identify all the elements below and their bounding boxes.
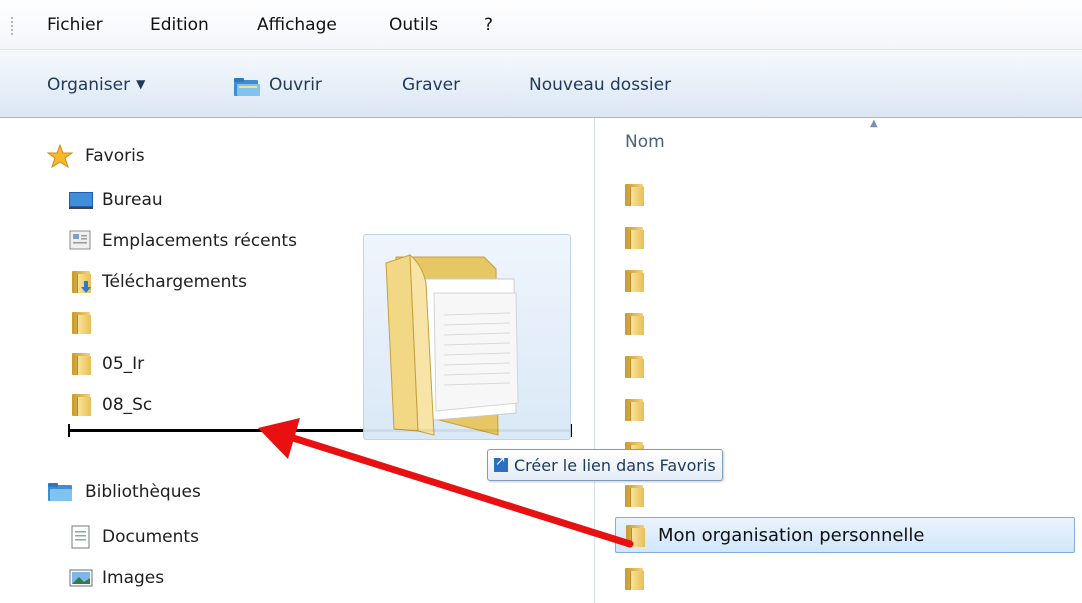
shortcut-icon — [494, 454, 508, 472]
folder-icon — [625, 182, 644, 206]
nav-item-images[interactable]: Images — [68, 563, 164, 593]
folder-icon — [625, 354, 644, 378]
menu-help[interactable]: ? — [484, 13, 493, 37]
open-folder-icon — [234, 78, 260, 96]
nav-item-folder[interactable]: 05_Ir — [68, 349, 144, 379]
open-button[interactable]: Ouvrir — [269, 73, 322, 97]
nav-item-bureau[interactable]: Bureau — [68, 185, 163, 215]
nav-item-label: 05_Ir — [102, 354, 145, 374]
menu-affichage[interactable]: Affichage — [257, 13, 337, 37]
list-item[interactable] — [625, 176, 1082, 212]
column-header-name[interactable]: Nom — [625, 132, 665, 152]
sort-ascending-icon: ▲ — [870, 118, 878, 129]
folder-icon — [625, 566, 644, 590]
nav-libraries-label: Bibliothèques — [85, 482, 201, 502]
file-list: ▲ Nom Mon organisation personnelle — [595, 118, 1082, 603]
command-bar: Organiser ▼ Ouvrir Graver Nouveau dossier — [0, 50, 1082, 118]
organise-label: Organiser — [47, 75, 131, 95]
menu-bar: Fichier Edition Affichage Outils ? — [0, 0, 1082, 50]
star-icon — [47, 143, 73, 169]
list-item[interactable] — [625, 477, 1082, 513]
new-folder-button[interactable]: Nouveau dossier — [529, 73, 671, 97]
nav-favorites-label: Favoris — [85, 146, 145, 166]
nav-item-label: Images — [102, 568, 165, 588]
menu-edition[interactable]: Edition — [150, 13, 209, 37]
desktop-icon — [69, 192, 93, 209]
menu-fichier[interactable]: Fichier — [47, 13, 103, 37]
folder-icon — [625, 311, 644, 335]
folder-icon — [626, 523, 645, 547]
folder-icon — [625, 225, 644, 249]
nav-item-downloads[interactable]: Téléchargements — [68, 267, 247, 297]
libraries-icon — [48, 483, 72, 501]
downloads-folder-icon — [68, 269, 94, 295]
nav-item-label: 08_Sс — [102, 395, 153, 415]
nav-item-label: Téléchargements — [102, 272, 247, 292]
organise-button[interactable]: Organiser ▼ — [47, 73, 145, 98]
drag-tooltip: Créer le lien dans Favoris — [487, 449, 723, 481]
documents-icon — [71, 525, 90, 549]
list-item[interactable] — [625, 391, 1082, 427]
folder-icon — [68, 351, 94, 377]
folder-icon — [68, 310, 94, 336]
menu-grip — [10, 16, 14, 36]
nav-item-folder[interactable] — [68, 308, 102, 338]
folder-icon — [625, 397, 644, 421]
recent-places-icon — [69, 230, 91, 250]
nav-item-folder[interactable]: 08_Sс — [68, 390, 152, 420]
images-icon — [69, 569, 93, 587]
list-item[interactable] — [625, 560, 1082, 596]
burn-button[interactable]: Graver — [402, 73, 460, 97]
list-item[interactable] — [625, 348, 1082, 384]
list-item-selected[interactable]: Mon organisation personnelle — [615, 517, 1075, 553]
folder-icon — [68, 392, 94, 418]
drag-tooltip-text: Créer le lien dans Favoris — [514, 455, 716, 475]
nav-libraries[interactable]: Bibliothèques — [47, 477, 201, 507]
list-item[interactable] — [625, 305, 1082, 341]
nav-favorites[interactable]: Favoris — [47, 141, 145, 171]
drag-preview — [363, 234, 571, 440]
folder-icon — [625, 483, 644, 507]
folder-icon — [625, 268, 644, 292]
nav-item-label: Bureau — [102, 190, 163, 210]
dropdown-arrow-icon: ▼ — [136, 77, 146, 91]
file-name: Mon organisation personnelle — [658, 524, 925, 546]
nav-item-documents[interactable]: Documents — [68, 522, 199, 552]
nav-item-label: Documents — [102, 527, 199, 547]
nav-item-recent[interactable]: Emplacements récents — [68, 226, 297, 256]
list-item[interactable] — [625, 219, 1082, 255]
dragged-folder-icon — [385, 253, 519, 436]
list-item[interactable] — [625, 262, 1082, 298]
menu-outils[interactable]: Outils — [389, 13, 438, 37]
nav-item-label: Emplacements récents — [102, 231, 297, 251]
